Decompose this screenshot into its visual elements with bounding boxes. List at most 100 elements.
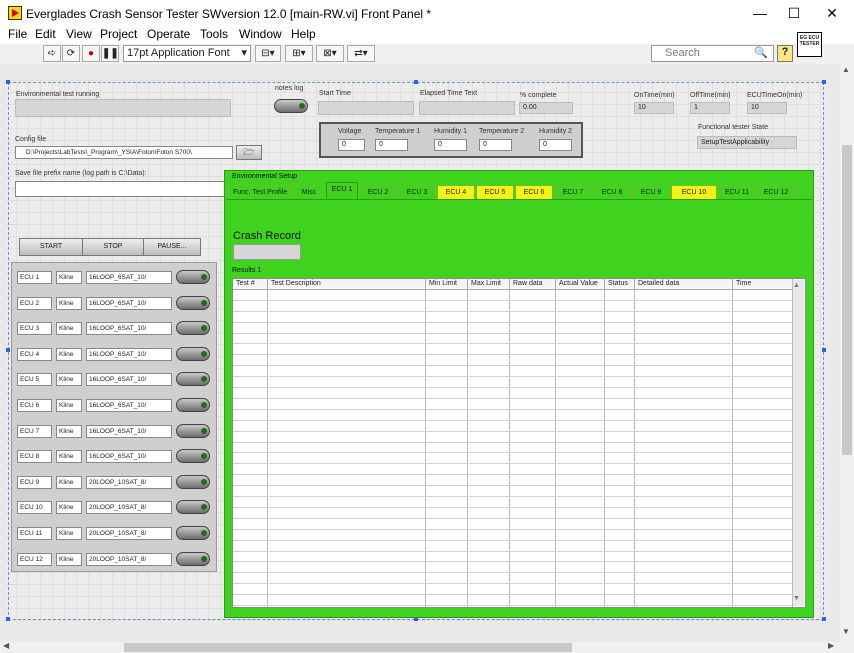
- table-header-cell[interactable]: Detailed data: [635, 279, 733, 290]
- reorder-icon[interactable]: ⇄▾: [347, 45, 375, 62]
- table-header-cell[interactable]: Status: [605, 279, 635, 290]
- pause-button[interactable]: PAUSE...: [143, 238, 201, 256]
- run-arrow-icon[interactable]: ➪: [43, 45, 61, 62]
- menu-project[interactable]: Project: [100, 27, 137, 41]
- table-row[interactable]: [233, 443, 793, 454]
- ecu-config[interactable]: 20LOOP_10SAT_8/: [86, 501, 172, 515]
- menu-operate[interactable]: Operate: [147, 27, 190, 41]
- ecu-config[interactable]: 20LOOP_10SAT_8/: [86, 475, 172, 489]
- table-header-cell[interactable]: Max Limit: [468, 279, 510, 290]
- ecu-config[interactable]: 16LOOP_6SAT_10/: [86, 373, 172, 387]
- abort-icon[interactable]: ●: [82, 45, 100, 62]
- selection-handle[interactable]: [414, 80, 418, 84]
- scroll-right-icon[interactable]: ▶: [828, 641, 834, 650]
- selection-handle[interactable]: [6, 617, 10, 621]
- ecu-config[interactable]: 16LOOP_6SAT_10/: [86, 399, 172, 412]
- ecu-enable-toggle[interactable]: [176, 398, 210, 412]
- font-select[interactable]: 17pt Application Font ▾: [123, 45, 251, 62]
- ecu-enable-toggle[interactable]: [176, 270, 210, 284]
- table-header-cell[interactable]: Raw data: [510, 279, 556, 290]
- ecu-enable-toggle[interactable]: [176, 346, 210, 361]
- tab-ecu-1[interactable]: ECU 1: [326, 182, 358, 200]
- table-row[interactable]: [233, 334, 793, 345]
- table-row[interactable]: [233, 454, 793, 465]
- config-file-path-input[interactable]: D:\Projects\LabTests\_Program\_YSIA\Foto…: [15, 146, 233, 159]
- tab-ecu-11[interactable]: ECU 11: [718, 185, 756, 199]
- table-header-cell[interactable]: Test #: [233, 279, 268, 290]
- table-header-cell[interactable]: Min Limit: [426, 279, 468, 290]
- tab-ecu-3[interactable]: ECU 3: [398, 185, 436, 199]
- tab-ecu-7[interactable]: ECU 7: [554, 185, 592, 199]
- ecu-enable-toggle[interactable]: [176, 449, 210, 464]
- scroll-up-icon[interactable]: ▲: [793, 282, 800, 289]
- table-row[interactable]: [233, 573, 793, 585]
- close-button[interactable]: ✕: [812, 0, 852, 26]
- table-row[interactable]: [233, 301, 793, 312]
- maximize-button[interactable]: ☐: [774, 0, 814, 26]
- search-icon[interactable]: 🔍: [754, 46, 768, 59]
- tab-ecu-8[interactable]: ECU 8: [593, 185, 631, 199]
- ecu-enable-toggle[interactable]: [176, 321, 210, 336]
- browse-folder-icon[interactable]: 🗁: [236, 145, 262, 160]
- scroll-down-icon[interactable]: ▼: [842, 627, 850, 636]
- scroll-down-icon[interactable]: ▼: [793, 595, 800, 602]
- distribute-objects-icon[interactable]: ⊞▾: [285, 45, 313, 62]
- pause-icon[interactable]: ❚❚: [101, 45, 119, 62]
- ecu-enable-toggle[interactable]: [176, 526, 210, 540]
- table-row[interactable]: [233, 323, 793, 334]
- ecu-enable-toggle[interactable]: [176, 295, 210, 310]
- ecu-config[interactable]: 16LOOP_6SAT_10/: [86, 347, 172, 361]
- tab-ecu-4[interactable]: ECU 4: [437, 185, 475, 199]
- ecu-config[interactable]: 16LOOP_6SAT_10/: [86, 450, 172, 464]
- tab-ecu-5[interactable]: ECU 5: [476, 185, 514, 199]
- table-header-cell[interactable]: Time: [733, 279, 793, 290]
- table-row[interactable]: [233, 312, 793, 323]
- table-row[interactable]: [233, 497, 793, 508]
- align-objects-icon[interactable]: ⊟▾: [255, 45, 281, 62]
- menu-edit[interactable]: Edit: [35, 27, 56, 41]
- results-table-scrollbar[interactable]: [792, 280, 804, 606]
- menu-window[interactable]: Window: [239, 27, 282, 41]
- tab-ecu-9[interactable]: ECU 9: [632, 185, 670, 199]
- table-row[interactable]: [233, 432, 793, 443]
- table-row[interactable]: [233, 421, 793, 432]
- run-continuously-icon[interactable]: ⟳: [62, 45, 80, 62]
- tab-misc[interactable]: Misc: [293, 185, 325, 199]
- ecu-enable-toggle[interactable]: [176, 372, 210, 387]
- ecu-config[interactable]: 16LOOP_6SAT_10/: [86, 424, 172, 438]
- table-row[interactable]: [233, 366, 793, 378]
- table-row[interactable]: [233, 563, 793, 574]
- table-header-cell[interactable]: Test Description: [268, 279, 426, 290]
- resize-objects-icon[interactable]: ⊠▾: [316, 45, 344, 62]
- menu-tools[interactable]: Tools: [200, 27, 228, 41]
- ecu-enable-toggle[interactable]: [176, 474, 210, 489]
- start-button[interactable]: START: [19, 238, 83, 256]
- selection-handle[interactable]: [6, 80, 10, 84]
- ecu-enable-toggle[interactable]: [176, 500, 210, 515]
- table-row[interactable]: [233, 475, 793, 487]
- table-row[interactable]: [233, 552, 793, 563]
- table-row[interactable]: [233, 345, 793, 356]
- table-row[interactable]: [233, 355, 793, 367]
- selection-handle[interactable]: [822, 617, 826, 621]
- table-row[interactable]: [233, 290, 793, 301]
- table-row[interactable]: [233, 584, 793, 596]
- menu-view[interactable]: View: [66, 27, 92, 41]
- results-table[interactable]: Test # Test Description Min Limit Max Limit…: [232, 278, 806, 608]
- tab-func-test-profile[interactable]: Func. Test Profile: [228, 185, 292, 199]
- table-header-cell[interactable]: Actual Value: [556, 279, 605, 290]
- ecu-config[interactable]: 16LOOP_6SAT_10/: [86, 271, 172, 284]
- save-prefix-input[interactable]: [15, 181, 233, 197]
- scroll-left-icon[interactable]: ◀: [3, 641, 9, 650]
- tab-ecu-2[interactable]: ECU 2: [359, 185, 397, 199]
- table-row[interactable]: [233, 377, 793, 389]
- table-row[interactable]: [233, 541, 793, 552]
- table-row[interactable]: [233, 464, 793, 476]
- selection-handle[interactable]: [822, 80, 826, 84]
- horizontal-scroll-thumb[interactable]: [124, 643, 572, 652]
- ecu-enable-toggle[interactable]: [176, 551, 210, 566]
- table-row[interactable]: [233, 530, 793, 541]
- table-row[interactable]: [233, 399, 793, 410]
- tab-ecu-6[interactable]: ECU 6: [515, 185, 553, 199]
- ecu-config[interactable]: 20LOOP_10SAT_8/: [86, 527, 172, 540]
